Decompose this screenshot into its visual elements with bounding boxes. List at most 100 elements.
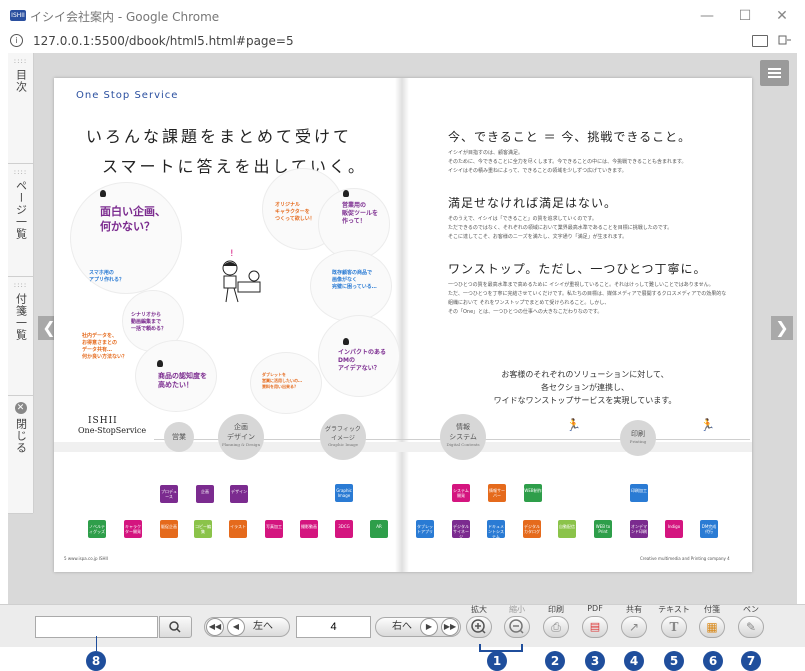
section-label: One Stop Service bbox=[76, 90, 179, 101]
service-icon: デザイン bbox=[230, 485, 248, 503]
right-paragraph: 一つひとつの質を最高水準まで高めるために イシイが重視していること。それはけっし… bbox=[448, 282, 727, 315]
callout-7: 7 bbox=[741, 651, 761, 671]
app-icon: ISHII bbox=[10, 10, 26, 21]
runner-icon: 🏃 bbox=[566, 418, 581, 432]
service-icon: コピー編集 bbox=[194, 520, 212, 538]
prev-page-label[interactable]: 左へ bbox=[253, 618, 273, 636]
pen-label: ペン bbox=[743, 605, 759, 614]
sidebar-tab-close[interactable]: ✕ 閉じる bbox=[8, 396, 33, 514]
summary-text: お客様のそれぞれのソリューションに対して、 各セクションが連携し、 ワイドなワン… bbox=[493, 370, 677, 405]
bulb-icon bbox=[157, 360, 163, 367]
bubble-text: 社内データを、 お得意さまとの データ共有… 何か良い方法ない？ bbox=[82, 333, 128, 360]
search-input[interactable] bbox=[35, 616, 158, 638]
sidebar-tab-toc[interactable]: :::: 目次 bbox=[8, 53, 33, 164]
bubble-text: スマホ用の アプリ作れる？ bbox=[89, 270, 125, 283]
printer-icon: ⎙ bbox=[551, 620, 561, 634]
text-button[interactable]: T bbox=[661, 616, 687, 638]
company-name: ISHII bbox=[88, 416, 118, 426]
service-icon: WEB制作 bbox=[524, 484, 542, 502]
share-label: 共有 bbox=[626, 605, 642, 614]
service-icon: デジタルサイネージ bbox=[452, 520, 470, 539]
page-number-input[interactable] bbox=[296, 616, 371, 638]
next-page-label[interactable]: 右へ bbox=[392, 618, 412, 636]
bubble-text: 既存顧客の商品で 画像がなく 完璧に困っている… bbox=[332, 270, 377, 290]
right-heading: 今、できること ＝ 今、挑戦できること。 bbox=[448, 130, 692, 144]
close-button[interactable]: ✕ bbox=[770, 6, 794, 26]
sidebar-tab-label: ページ一覧 bbox=[14, 180, 28, 240]
service-icon: 印刷加工 bbox=[630, 484, 648, 502]
service-icon: AR bbox=[370, 520, 388, 538]
callout-4: 4 bbox=[624, 651, 644, 671]
sticky-note-button[interactable]: ▦ bbox=[699, 616, 725, 638]
headline: いろんな課題をまとめて受けて スマートに答えを出していく。 bbox=[86, 127, 368, 176]
prev-nav-group: ◀◀ ◀ 左へ bbox=[204, 617, 290, 637]
window-titlebar: ISHII イシイ会社案内 - Google Chrome — ☐ ✕ bbox=[0, 0, 805, 33]
address-bar[interactable]: i 127.0.0.1:5500/dbook/html5.html#page=5 bbox=[0, 32, 805, 50]
callout-2: 2 bbox=[545, 651, 565, 671]
share-icon: ↗ bbox=[628, 620, 640, 634]
zoom-in-button[interactable] bbox=[466, 616, 492, 638]
service-icon: 3DCG bbox=[335, 520, 353, 538]
bubble-circle bbox=[70, 182, 182, 294]
sidebar-tab-label: 目次 bbox=[14, 69, 28, 93]
pdf-label: PDF bbox=[587, 604, 603, 613]
bubble-text: 営業用の 販促ツールを 作って！ bbox=[342, 202, 379, 225]
callout-3: 3 bbox=[585, 651, 605, 671]
service-icon: 撮影動画 bbox=[300, 520, 318, 538]
svg-text:!: ! bbox=[230, 249, 234, 259]
text-label: テキスト bbox=[658, 605, 690, 614]
service-icon: キャラクター開発 bbox=[124, 520, 142, 538]
right-paragraph: イシイが目指すのは、顧客満足。 そのために、今できることに全力を尽くします。今で… bbox=[448, 150, 687, 174]
share-button[interactable]: ↗ bbox=[621, 616, 647, 638]
sidebar-tab-sticky-list[interactable]: :::: 付箋一覧 bbox=[8, 277, 33, 396]
service-icon: デジタルカタログ bbox=[523, 520, 541, 538]
zoom-out-button[interactable] bbox=[504, 616, 530, 638]
stage-sales: 営業 bbox=[164, 422, 194, 452]
first-page-button[interactable]: ◀◀ bbox=[206, 618, 224, 636]
pdf-button[interactable]: ▤ bbox=[582, 616, 608, 638]
zoom-in-icon bbox=[471, 619, 486, 634]
url-text[interactable]: 127.0.0.1:5500/dbook/html5.html#page=5 bbox=[33, 34, 294, 48]
bulb-icon bbox=[343, 338, 349, 345]
right-footer: Creative multimedia and Printing company… bbox=[640, 556, 730, 561]
service-icon: Indigo bbox=[665, 520, 683, 538]
callout-bracket bbox=[479, 644, 523, 652]
cast-icon[interactable] bbox=[752, 35, 768, 47]
company-subtitle: One-StopService bbox=[78, 426, 147, 435]
service-icon: タブレットアプリ bbox=[416, 520, 434, 538]
maximize-button[interactable]: ☐ bbox=[733, 6, 757, 26]
info-icon[interactable]: i bbox=[10, 34, 23, 47]
callout-8-line bbox=[96, 636, 97, 651]
search-button[interactable] bbox=[159, 616, 192, 638]
bubble-text: 商品の認知度を 高めたい！ bbox=[158, 372, 207, 389]
service-icon: オンデマンド印刷 bbox=[630, 520, 648, 538]
print-label: 印刷 bbox=[548, 605, 564, 614]
sidebar-tab-label: 付箋一覧 bbox=[14, 293, 28, 341]
zoom-icon[interactable] bbox=[778, 34, 792, 46]
last-page-button[interactable]: ▶▶ bbox=[441, 618, 459, 636]
right-heading: ワンストップ。ただし、一つひとつ丁寧に。 bbox=[448, 262, 707, 276]
bubble-text: 面白い企画、 何かない？ bbox=[100, 205, 166, 233]
hamburger-menu-icon[interactable] bbox=[760, 60, 789, 86]
pen-button[interactable]: ✎ bbox=[738, 616, 764, 638]
next-page-arrow-icon[interactable]: ❯ bbox=[771, 316, 793, 340]
print-button[interactable]: ⎙ bbox=[543, 616, 569, 638]
text-icon: T bbox=[669, 620, 679, 634]
service-icon: 情報サーバー bbox=[488, 484, 506, 502]
service-icon: システム開発 bbox=[452, 484, 470, 502]
zoom-out-label: 縮小 bbox=[509, 605, 525, 614]
callout-1: 1 bbox=[487, 651, 507, 671]
grip-icon: :::: bbox=[13, 281, 28, 289]
close-circle-icon: ✕ bbox=[14, 402, 27, 414]
grip-icon: :::: bbox=[13, 168, 28, 176]
minimize-button[interactable]: — bbox=[695, 6, 719, 26]
stage-printing: 印刷 Printing bbox=[620, 420, 656, 456]
service-icon: 企画 bbox=[196, 485, 214, 503]
prev-page-button[interactable]: ◀ bbox=[227, 618, 245, 636]
bubble-text: オリジナル キャラクターを つくって欲しい！ bbox=[275, 202, 315, 222]
service-icon: イラスト bbox=[229, 520, 247, 538]
sidebar-tab-page-list[interactable]: :::: ページ一覧 bbox=[8, 164, 33, 277]
next-page-button[interactable]: ▶ bbox=[420, 618, 438, 636]
book-spine bbox=[395, 78, 409, 572]
right-page-text: 今、できること ＝ 今、挑戦できること。 イシイが目指すのは、顧客満足。 そのた… bbox=[448, 128, 728, 317]
